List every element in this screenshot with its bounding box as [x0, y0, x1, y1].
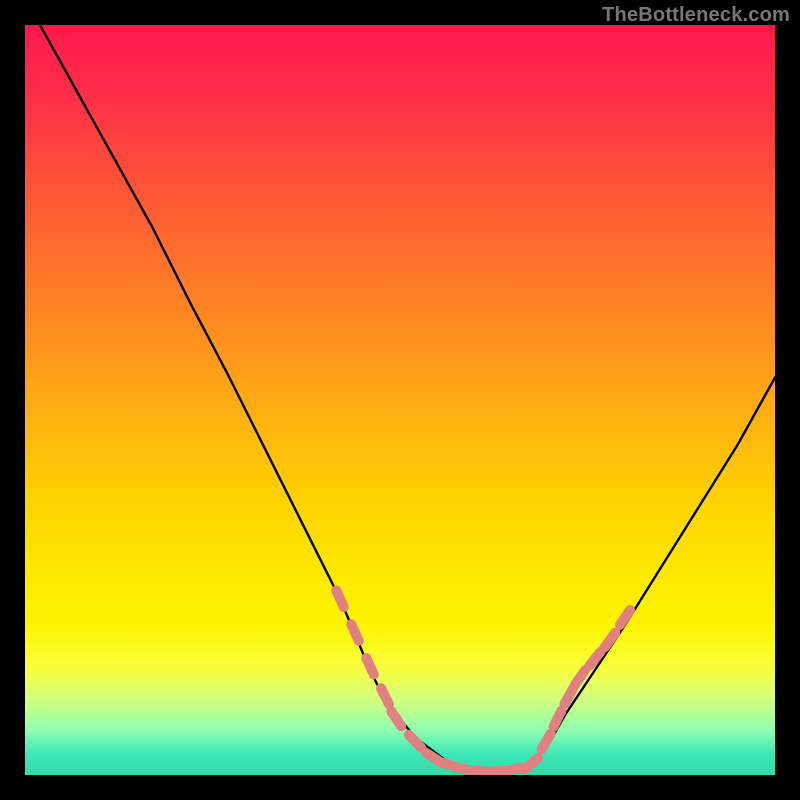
curve-marker-dash	[504, 768, 522, 772]
curve-marker-dash	[336, 591, 343, 608]
watermark-text: TheBottleneck.com	[602, 4, 790, 27]
curve-marker-dash	[524, 758, 538, 770]
curve-marker-dash	[542, 734, 551, 750]
curve-path	[40, 25, 775, 771]
curve-marker-dash	[366, 658, 374, 674]
curve-marker-dash	[564, 688, 573, 704]
curve-marker-dash	[391, 711, 401, 726]
plot-area	[25, 25, 775, 775]
curve-marker-dash	[605, 633, 616, 648]
curve-marker-dash	[575, 670, 585, 685]
curve-marker-dash	[620, 610, 630, 625]
curve-marker-dash	[409, 735, 421, 748]
curve-marker-dash	[381, 688, 389, 704]
chart-frame: TheBottleneck.com	[0, 0, 800, 800]
bottleneck-curve	[25, 25, 775, 775]
curve-marker-dash	[351, 624, 358, 640]
